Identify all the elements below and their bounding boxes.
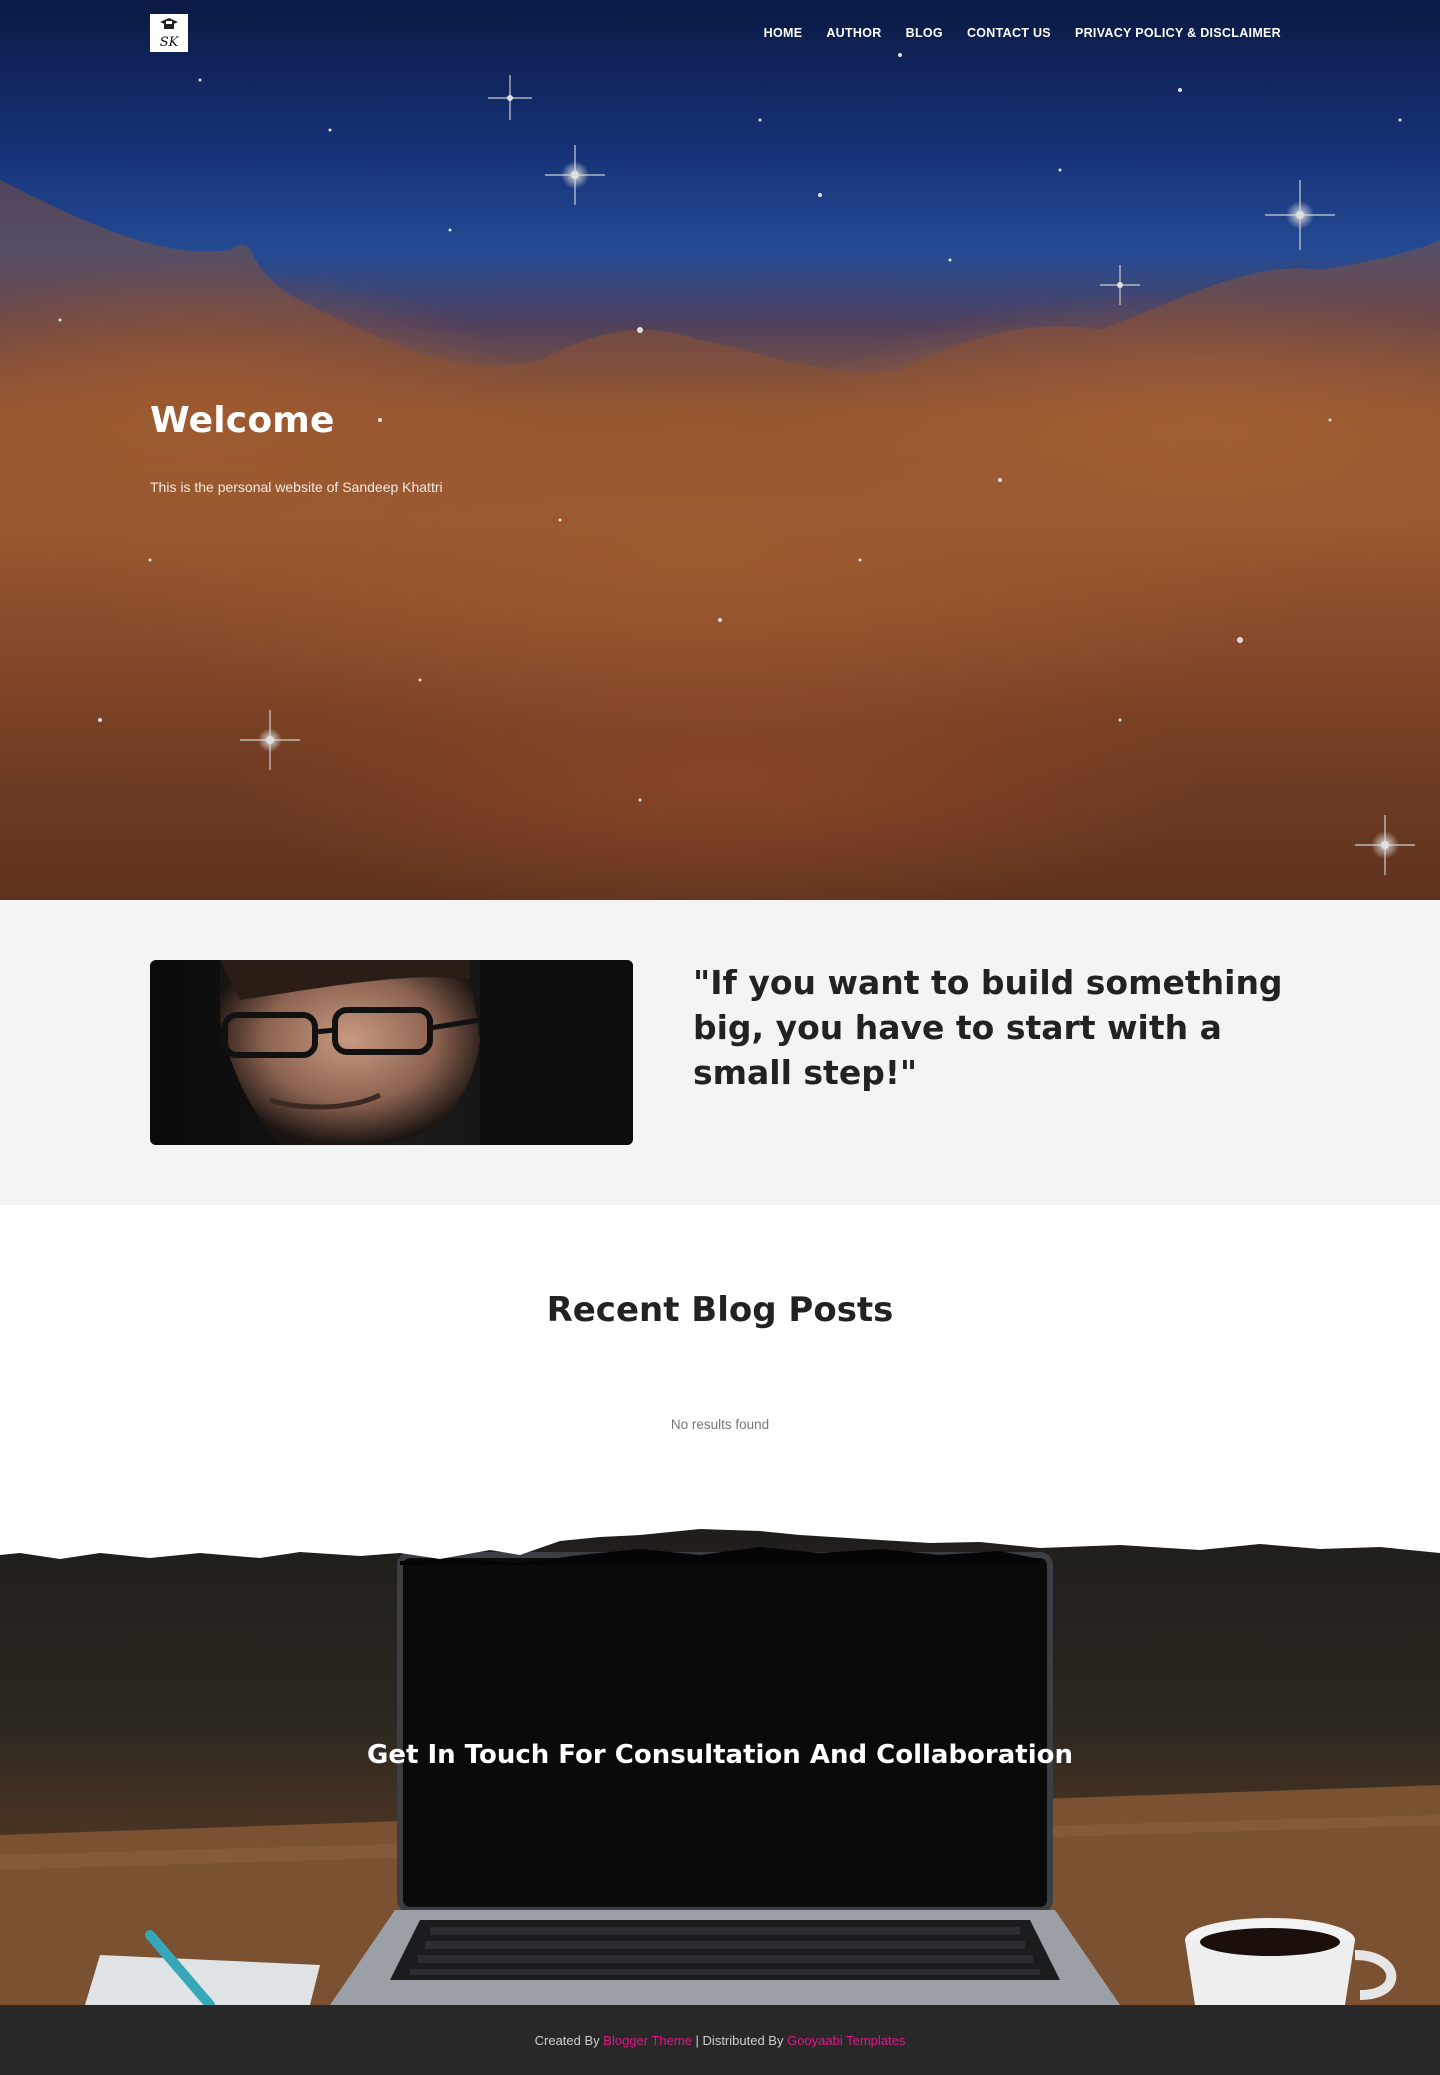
nav-author[interactable]: AUTHOR [826, 25, 881, 41]
cta-title: Get In Touch For Consultation And Collab… [366, 1740, 1073, 1770]
hero-banner: SK HOME AUTHOR BLOG CONTACT US PRIVACY P… [0, 0, 1440, 900]
site-footer: Created By Blogger Theme | Distributed B… [0, 2005, 1440, 2075]
logo-text: SK [159, 35, 179, 50]
hero-subtitle: This is the personal website of Sandeep … [150, 479, 443, 495]
footer-distributed-by-text: | Distributed By [691, 2032, 788, 2048]
main-nav: HOME AUTHOR BLOG CONTACT US PRIVACY POLI… [764, 25, 1281, 41]
footer-created-by-text: Created By [534, 2032, 604, 2048]
footer-gooyaabi-link[interactable]: Gooyaabi Templates [787, 2033, 905, 2048]
torn-paper-divider [0, 1525, 1440, 1565]
quote-text: "If you want to build something big, you… [693, 963, 1283, 1092]
recent-posts-heading: Recent Blog Posts [546, 1290, 894, 1330]
quote-section: "If you want to build something big, you… [0, 900, 1440, 1205]
hero-title: Welcome [150, 400, 335, 441]
nav-blog[interactable]: BLOG [906, 25, 943, 41]
hero-overlay [0, 0, 1440, 900]
nav-contact-us[interactable]: CONTACT US [967, 25, 1051, 41]
nav-privacy-policy[interactable]: PRIVACY POLICY & DISCLAIMER [1075, 25, 1281, 41]
site-logo[interactable]: SK [150, 14, 188, 52]
nav-home[interactable]: HOME [764, 25, 803, 41]
no-results-message: No results found [670, 1417, 770, 1432]
author-portrait-image [150, 960, 633, 1145]
footer-blogger-theme-link[interactable]: Blogger Theme [603, 2033, 692, 2048]
graduation-cap-icon [160, 18, 178, 29]
